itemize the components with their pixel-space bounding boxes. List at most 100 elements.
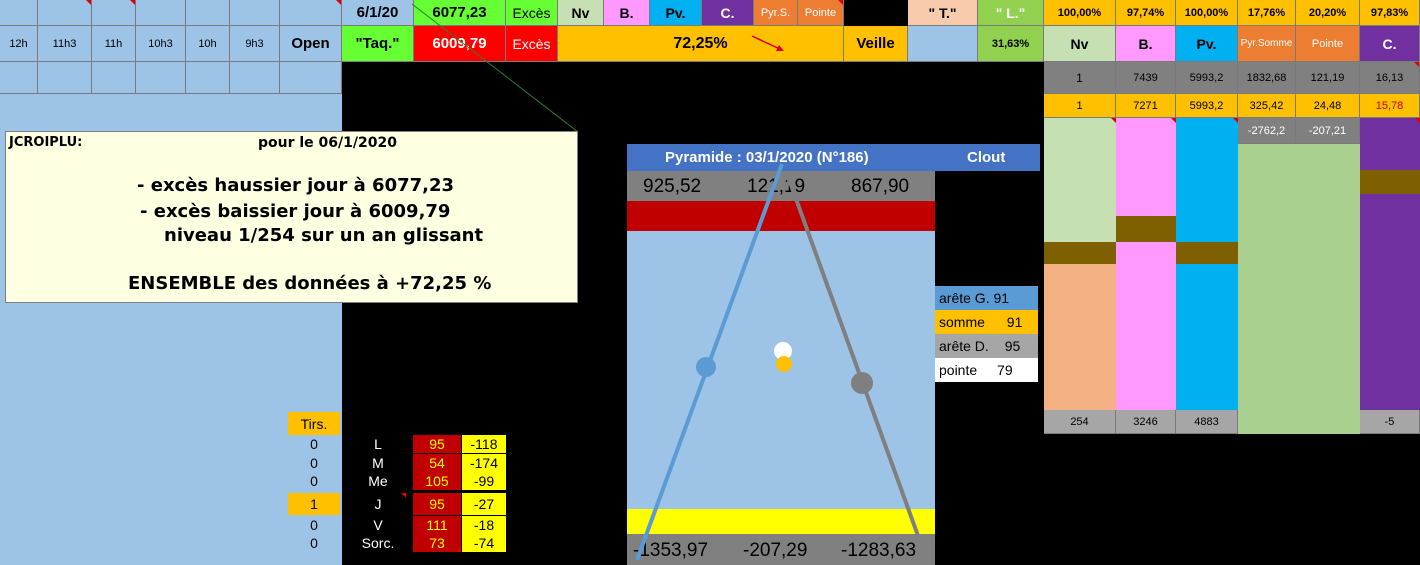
hour-11h[interactable]: 11h [92, 26, 136, 62]
days-table: 0 L 95 -118 0 M 54 -174 0 Me 105 -99 1 J… [288, 435, 510, 553]
day-label: V [373, 517, 383, 533]
right-bottom-c: -5 [1360, 410, 1420, 434]
day-count: 0 [310, 535, 318, 551]
tag-pyrs: Pyr.S. [754, 0, 798, 26]
trend-arrow-icon [751, 35, 784, 51]
right-r1-b: 7439 [1116, 62, 1176, 94]
hour-9h3[interactable]: 9h3 [230, 26, 280, 62]
day-value1: 54 [413, 454, 461, 472]
right-r1-nv: 1 [1044, 62, 1116, 94]
legend-aretd: arête D. 95 [935, 334, 1038, 358]
open-label[interactable]: Open [280, 26, 342, 62]
right-pct-pv: 100,00% [1176, 0, 1238, 26]
right-pct-nv: 100,00% [1044, 0, 1116, 26]
day-row-v: 0 V 111 -18 [288, 516, 510, 534]
right-r2-pyr: 325,42 [1238, 94, 1296, 118]
right-r3-pyr: -2762,2 [1238, 118, 1296, 144]
day-label: Sorc. [361, 535, 395, 551]
tirs-label: Tirs. [288, 412, 340, 435]
tag-b: B. [604, 0, 650, 26]
legend-somme-value: 91 [1006, 314, 1023, 330]
comment-line2: - excès baissier jour à 6009,79 [140, 201, 451, 222]
day-value1: 111 [413, 516, 461, 534]
right-hdr-pointe: Pointe [1296, 26, 1360, 62]
right-r2-nv: 1 [1044, 94, 1116, 118]
row3-strip [0, 62, 342, 94]
hour-10h3[interactable]: 10h3 [136, 26, 186, 62]
day-count: 0 [310, 473, 318, 489]
legend-aretg-value: 91 [993, 290, 1010, 306]
pyramid-brand: Clout [967, 149, 1006, 166]
right-pct-b: 97,74% [1116, 0, 1176, 26]
legend-aretg-label: arête G. [939, 290, 990, 306]
veille-label: Veille [844, 26, 908, 62]
tag-l: " L." [978, 0, 1044, 26]
t-value-cell [908, 26, 978, 62]
day-label: J [350, 493, 406, 515]
comment-line4: ENSEMBLE des données à +72,25 % [128, 273, 492, 294]
right-r1-pointe: 121,19 [1296, 62, 1360, 94]
hour-12h[interactable]: 12h [0, 26, 38, 62]
right-r1-c: 16,13 [1360, 62, 1420, 94]
right-bottom-pv: 4883 [1176, 410, 1238, 434]
c-column-bar [1360, 118, 1420, 410]
day-value2: -99 [462, 472, 506, 490]
day-row-sorc: 0 Sorc. 73 -74 [288, 534, 510, 552]
day-row-me: 0 Me 105 -99 [288, 472, 510, 490]
day-value2: -27 [462, 493, 506, 515]
day-value2: -174 [462, 454, 506, 472]
right-r2-b: 7271 [1116, 94, 1176, 118]
legend-pointe-label: pointe [939, 362, 978, 378]
right-hdr-pyr: Pyr.Somme [1238, 26, 1296, 62]
day-value1: 95 [413, 435, 461, 453]
day-row-j: 1 J 95 -27 [288, 493, 510, 515]
legend-pointe: pointe 79 [935, 358, 1038, 382]
right-pct-pyr: 17,76% [1238, 0, 1296, 26]
hours-row: 12h 11h3 11h 10h3 10h 9h3 Open [0, 26, 342, 62]
legend-aretd-label: arête D. [939, 338, 989, 354]
day-row-l: 0 L 95 -118 [288, 435, 510, 453]
comment-connector [411, 3, 579, 133]
day-count: 1 [288, 493, 340, 515]
percent-center-value: 72,25% [673, 34, 728, 52]
day-value2: -118 [462, 435, 506, 453]
right-r2-pv: 5993,2 [1176, 94, 1238, 118]
right-pct-pointe: 20,20% [1296, 0, 1360, 26]
tag-t: " T." [908, 0, 978, 26]
day-label: Me [368, 473, 388, 489]
hour-10h[interactable]: 10h [186, 26, 230, 62]
pyramid-lines [635, 163, 923, 561]
day-value2: -74 [462, 534, 506, 552]
right-hdr-pv: Pv. [1176, 26, 1238, 62]
right-edge-marker [851, 372, 873, 394]
tag-pv: Pv. [650, 0, 702, 26]
day-count: 0 [310, 436, 318, 452]
right-hdr-c: C. [1360, 26, 1420, 62]
legend-somme-label: somme [939, 314, 985, 330]
tag-c: C. [702, 0, 754, 26]
comment-author: JCROIPLU: [9, 135, 83, 150]
right-bottom-b: 3246 [1116, 410, 1176, 434]
right-edge-line [785, 173, 923, 545]
day-label: L [374, 436, 382, 452]
day-count: 0 [310, 455, 318, 471]
right-r2-pointe: 24,48 [1296, 94, 1360, 118]
day-value1: 95 [413, 493, 461, 515]
right-r1-pv: 5993,2 [1176, 62, 1238, 94]
comment-box[interactable]: JCROIPLU: pour le 06/1/2020 - excès haus… [5, 131, 578, 303]
legend-pointe-value: 79 [997, 362, 1013, 378]
day-value1: 73 [413, 534, 461, 552]
right-r2-c: 15,78 [1360, 94, 1420, 118]
pyr-column-bar [1238, 144, 1360, 434]
right-hdr-nv: Nv [1044, 26, 1116, 62]
right-hdr-b: B. [1116, 26, 1176, 62]
day-row-m: 0 M 54 -174 [288, 454, 510, 472]
day-label: M [372, 455, 384, 471]
day-value2: -18 [462, 516, 506, 534]
legend-aretd-value: 95 [1004, 338, 1021, 354]
legend-aretg: arête G. 91 [935, 286, 1038, 310]
hour-11h3[interactable]: 11h3 [38, 26, 92, 62]
pv-column-bar [1176, 118, 1238, 410]
day-count: 0 [310, 517, 318, 533]
l-percent-cell: 31,63% [978, 26, 1044, 62]
